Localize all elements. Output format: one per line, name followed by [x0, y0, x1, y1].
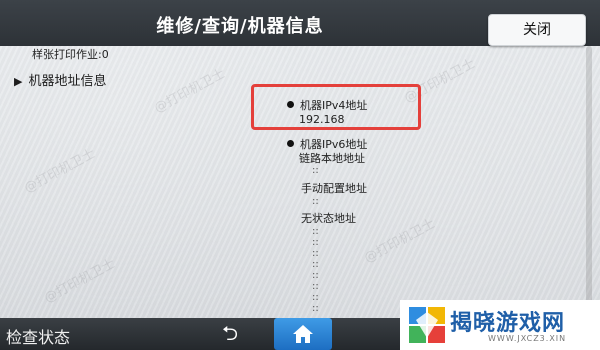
stateless-address-value: ::: [312, 303, 319, 314]
bullet-icon: [287, 140, 294, 147]
expand-triangle-icon: ▶: [14, 75, 23, 88]
watermark-overlay: @打印机卫士: [41, 256, 118, 307]
title-bar: 维修/查询/机器信息 关闭: [0, 0, 600, 46]
sample-print-jobs-text: 样张打印作业:0: [32, 48, 109, 61]
back-arrow-icon[interactable]: ⮌: [215, 320, 245, 346]
site-name: 揭晓游戏网: [450, 311, 566, 336]
stateless-address-value: ::: [312, 248, 319, 259]
home-icon: [293, 325, 313, 343]
page-title: 维修/查询/机器信息: [156, 16, 324, 37]
section-label: 机器地址信息: [28, 74, 107, 89]
site-url: WWW.JXCZ3.XIN: [488, 334, 567, 343]
manual-address-value: ::: [312, 196, 319, 207]
watermark-overlay: @打印机卫士: [151, 66, 228, 117]
home-button[interactable]: [274, 318, 332, 350]
stateless-address-value: ::: [312, 270, 319, 281]
bullet-icon: [287, 101, 294, 108]
watermark-overlay: @打印机卫士: [361, 216, 438, 267]
device-screen: @打印机卫士 @打印机卫士 @打印机卫士 @打印机卫士 @打印机卫士 维修/查询…: [0, 0, 600, 350]
logo-mark-icon: [409, 307, 445, 343]
stateless-address-value: ::: [312, 226, 319, 237]
check-status-button[interactable]: 检查状态: [6, 324, 70, 348]
ipv4-value: 192.168: [299, 113, 345, 126]
ipv4-label: 机器IPv4地址: [287, 97, 367, 113]
stateless-address-label: 无状态地址: [301, 212, 356, 225]
link-local-value: ::: [312, 165, 319, 176]
stateless-address-value: ::: [312, 292, 319, 303]
scrollbar[interactable]: [586, 46, 592, 316]
site-logo: 揭晓游戏网 WWW.JXCZ3.XIN: [400, 300, 600, 350]
watermark-overlay: @打印机卫士: [21, 146, 98, 197]
close-button[interactable]: 关闭: [488, 14, 586, 46]
manual-address-label: 手动配置地址: [301, 182, 367, 195]
machine-address-info-row[interactable]: ▶ 机器地址信息: [14, 70, 106, 89]
link-local-label: 链路本地地址: [299, 152, 365, 165]
stateless-address-value: ::: [312, 237, 319, 248]
stateless-address-value: ::: [312, 259, 319, 270]
stateless-address-value: ::: [312, 281, 319, 292]
